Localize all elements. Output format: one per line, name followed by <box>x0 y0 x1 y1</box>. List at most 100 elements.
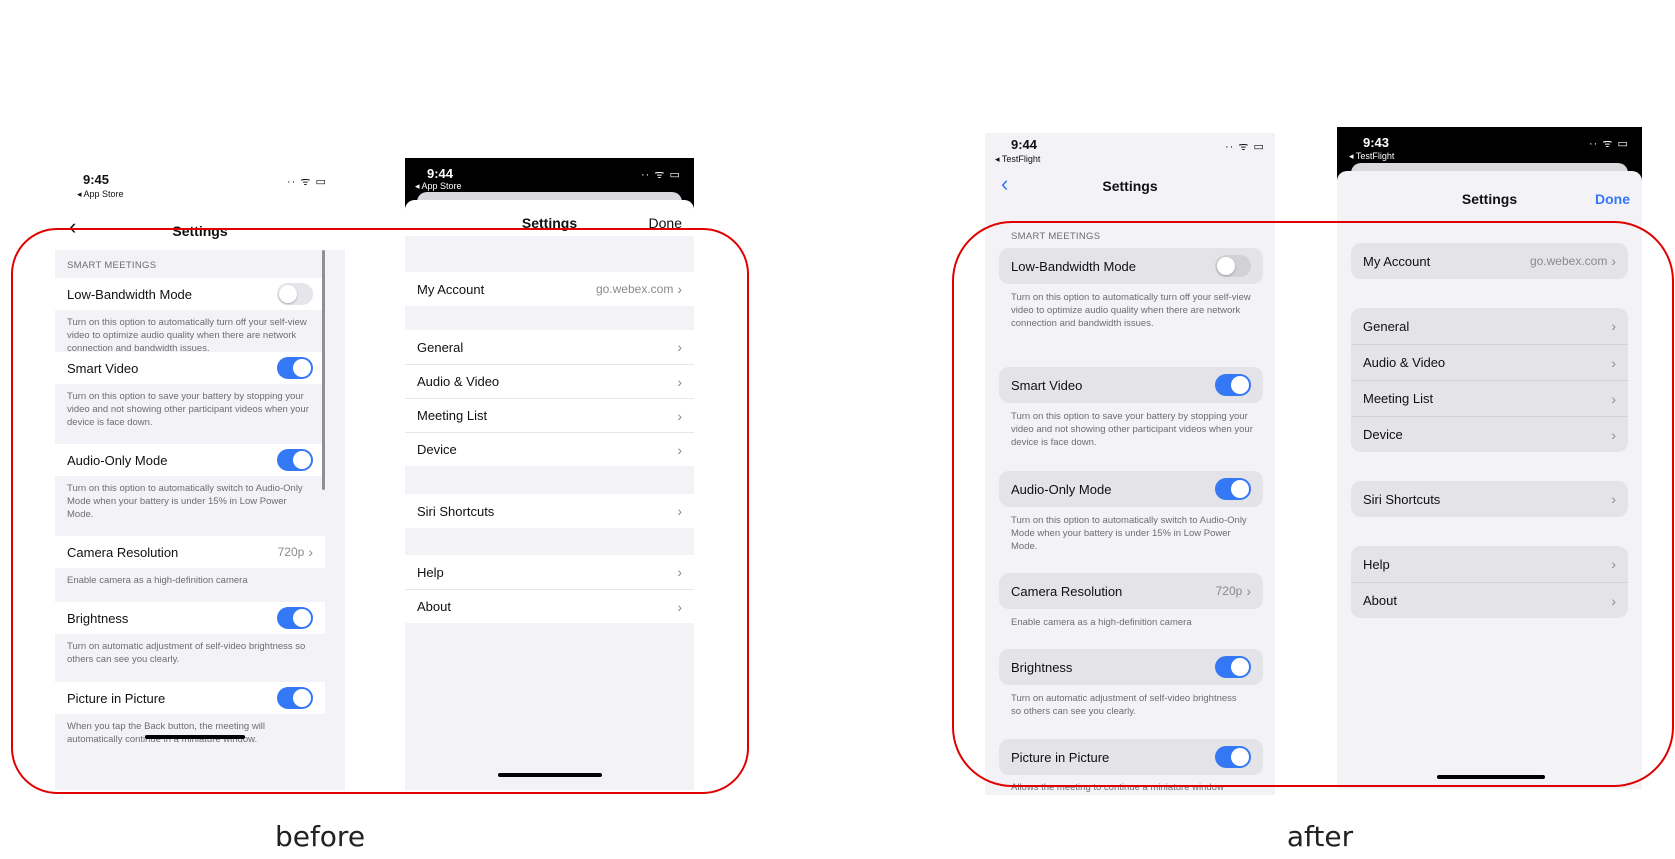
row-label: Audio-Only Mode <box>1011 481 1112 497</box>
siri-shortcuts-row[interactable]: Siri Shortcuts › <box>1351 481 1628 517</box>
row-label: Low-Bandwidth Mode <box>1011 258 1137 274</box>
help-row[interactable]: Help › <box>1351 546 1628 582</box>
back-to-app-link[interactable]: ◂ App Store <box>415 181 462 192</box>
chevron-right-icon: › <box>677 564 682 580</box>
picture-in-picture-toggle[interactable] <box>1215 746 1251 768</box>
status-time: 9:43 <box>1363 135 1390 150</box>
home-indicator <box>145 735 245 739</box>
row-description: Turn on this option to automatically swi… <box>67 483 303 520</box>
home-indicator <box>1437 775 1545 779</box>
row-description: Enable camera as a high-definition camer… <box>1011 617 1192 628</box>
audio-video-row[interactable]: Audio & Video › <box>405 364 694 398</box>
settings-group: General › Audio & Video › Meeting List ›… <box>1351 308 1628 452</box>
row-description: Turn on automatic adjustment of self-vid… <box>67 641 306 665</box>
row-label: Help <box>417 564 444 580</box>
row-label: About <box>1363 593 1397 608</box>
back-to-app-link[interactable]: ◂ TestFlight <box>995 154 1040 165</box>
nav-bar: ‹ Settings <box>55 212 345 250</box>
page-title: Settings <box>1102 178 1158 194</box>
row-label: Camera Resolution <box>1011 583 1123 599</box>
modal-nav-bar: Settings Done <box>405 200 694 236</box>
after-caption: after <box>1286 820 1354 853</box>
done-button[interactable]: Done <box>649 215 682 231</box>
row-label: General <box>417 339 464 355</box>
chevron-right-icon: › <box>308 544 313 560</box>
status-time: 9:44 <box>1011 137 1038 152</box>
after-settings-screen: 9:44 ◂ TestFlight ·· ᯤ ▭ ‹ Settings SMAR… <box>985 133 1275 795</box>
low-bandwidth-row: Low-Bandwidth Mode <box>55 278 325 310</box>
camera-resolution-row[interactable]: Camera Resolution 720p › <box>999 573 1263 609</box>
status-icons: ·· ᯤ ▭ <box>1589 138 1629 150</box>
row-label: Audio-Only Mode <box>67 452 168 468</box>
audio-video-row[interactable]: Audio & Video › <box>1351 344 1628 380</box>
picture-in-picture-row: Picture in Picture <box>55 682 325 714</box>
row-label: My Account <box>1363 253 1431 269</box>
chevron-right-icon: › <box>677 441 682 458</box>
modal-sheet: Settings Done My Account go.webex.com › … <box>405 200 694 790</box>
status-icons: ·· ᯤ ▭ <box>1225 141 1265 153</box>
chevron-right-icon: › <box>677 503 682 519</box>
general-row[interactable]: General › <box>405 330 694 364</box>
brightness-toggle[interactable] <box>277 607 313 629</box>
section-header: SMART MEETINGS <box>1011 231 1101 242</box>
chevron-right-icon: › <box>1611 390 1616 407</box>
status-time: 9:45 <box>83 172 110 187</box>
section-header: SMART MEETINGS <box>67 260 157 271</box>
smart-video-row: Smart Video <box>55 352 325 384</box>
smart-video-toggle[interactable] <box>1215 374 1251 396</box>
status-icons: ·· ᯤ ▭ <box>641 169 681 181</box>
back-to-app-link[interactable]: ◂ App Store <box>77 189 124 200</box>
help-row[interactable]: Help › <box>405 555 694 589</box>
row-label: Smart Video <box>1011 377 1083 393</box>
row-description: Turn on this option to automatically tur… <box>1011 292 1251 329</box>
audio-only-toggle[interactable] <box>1215 478 1251 500</box>
audio-only-row: Audio-Only Mode <box>999 471 1263 507</box>
chevron-right-icon: › <box>677 598 682 615</box>
row-label: Picture in Picture <box>1011 749 1110 765</box>
low-bandwidth-toggle[interactable] <box>277 283 313 305</box>
siri-shortcuts-row[interactable]: Siri Shortcuts › <box>405 494 694 528</box>
done-button[interactable]: Done <box>1595 191 1630 207</box>
row-label: Picture in Picture <box>67 690 166 706</box>
my-account-row[interactable]: My Account go.webex.com › <box>1351 243 1628 279</box>
chevron-right-icon: › <box>1611 253 1616 269</box>
row-label: General <box>1363 318 1410 334</box>
row-description: Turn on this option to save your battery… <box>1011 411 1253 448</box>
account-value: go.webex.com <box>595 282 674 296</box>
device-row[interactable]: Device › <box>1351 416 1628 452</box>
chevron-right-icon: › <box>1611 491 1616 507</box>
account-value: go.webex.com <box>1529 254 1608 268</box>
modal-sheet: Settings Done My Account go.webex.com › … <box>1337 171 1642 789</box>
status-time: 9:44 <box>427 166 454 181</box>
about-row[interactable]: About › <box>1351 582 1628 618</box>
status-bar: 9:45 ◂ App Store ·· ᯤ ▭ <box>55 150 345 212</box>
brightness-toggle[interactable] <box>1215 656 1251 678</box>
scrollbar[interactable] <box>322 250 325 490</box>
chevron-right-icon: › <box>1611 318 1616 334</box>
brightness-row: Brightness <box>55 602 325 634</box>
my-account-row[interactable]: My Account go.webex.com › <box>405 272 694 306</box>
smart-video-toggle[interactable] <box>277 357 313 379</box>
back-to-app-link[interactable]: ◂ TestFlight <box>1349 151 1394 162</box>
row-label: About <box>417 599 451 614</box>
camera-resolution-row[interactable]: Camera Resolution 720p › <box>55 536 325 568</box>
row-label: My Account <box>417 281 485 297</box>
about-row[interactable]: About › <box>405 589 694 623</box>
row-value: 720p <box>1215 584 1243 598</box>
row-description: When you tap the Back button, the meetin… <box>67 721 266 745</box>
row-label: Meeting List <box>417 408 488 423</box>
general-row[interactable]: General › <box>1351 308 1628 344</box>
before-caption: before <box>274 820 366 853</box>
chevron-right-icon: › <box>1246 583 1251 599</box>
picture-in-picture-toggle[interactable] <box>277 687 313 709</box>
device-row[interactable]: Device › <box>405 432 694 466</box>
row-label: Low-Bandwidth Mode <box>67 286 193 302</box>
meeting-list-row[interactable]: Meeting List › <box>405 398 694 432</box>
audio-only-toggle[interactable] <box>277 449 313 471</box>
row-label: Siri Shortcuts <box>417 503 495 519</box>
row-value: 720p <box>277 545 305 559</box>
row-description: Allows the meeting to continue a miniatu… <box>1011 782 1224 793</box>
meeting-list-row[interactable]: Meeting List › <box>1351 380 1628 416</box>
low-bandwidth-toggle[interactable] <box>1215 255 1251 277</box>
row-description: Enable camera as a high-definition camer… <box>67 575 248 586</box>
